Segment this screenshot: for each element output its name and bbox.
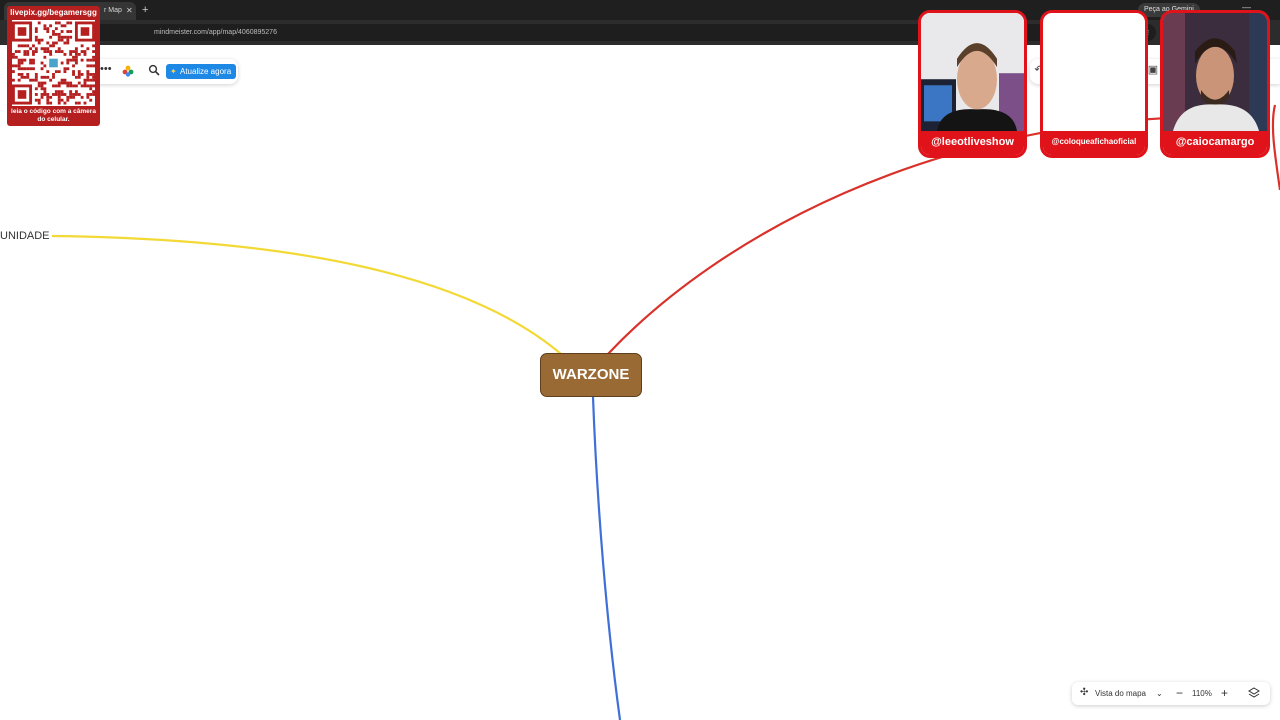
- zoom-in-button[interactable]: +: [1221, 682, 1228, 705]
- qr-caption: leia o código com a câmera do celular.: [11, 108, 96, 123]
- webcam-caiocamargo: @caiocamargo: [1160, 10, 1270, 158]
- mindmap-toolbar-left: ••• ✦ Atualize agora: [96, 59, 238, 84]
- root-node[interactable]: WARZONE: [540, 353, 642, 397]
- branch-label-left[interactable]: UNIDADE: [0, 229, 50, 243]
- webcam-coloqueafichaoficial: @coloqueafichaoficial: [1040, 10, 1148, 158]
- webcam-name-2: @coloqueafichaoficial: [1043, 131, 1145, 155]
- webcam-video-2-empty: [1043, 13, 1145, 131]
- present-icon[interactable]: ▣: [1146, 63, 1160, 77]
- tab-title: r Map: [104, 7, 122, 14]
- map-view-icon[interactable]: ✣: [1080, 687, 1088, 699]
- qr-code-image: [12, 20, 95, 106]
- qr-code-overlay: livepix.gg/begamersgg leia o código com …: [7, 6, 100, 126]
- layers-icon[interactable]: [1248, 687, 1260, 699]
- webcam-leeotliveshow: @leeotliveshow: [918, 10, 1027, 158]
- tab-close-icon[interactable]: ✕: [126, 2, 133, 20]
- search-icon[interactable]: [148, 64, 160, 76]
- branch-red-connector-right: [1271, 104, 1280, 191]
- new-tab-button[interactable]: +: [142, 1, 148, 19]
- webcam-video-1: [921, 13, 1024, 131]
- chevron-down-icon[interactable]: ⌄: [1156, 682, 1163, 705]
- sparkle-icon: ✦: [170, 67, 177, 76]
- theme-colors-icon[interactable]: [122, 65, 134, 77]
- zoom-out-button[interactable]: −: [1176, 682, 1183, 705]
- upgrade-now-label: Atualize agora: [180, 67, 232, 76]
- qr-link-text: livepix.gg/begamersgg: [10, 8, 97, 17]
- webcam-name-1: @leeotliveshow: [921, 131, 1024, 155]
- webcam-name-3: @caiocamargo: [1163, 131, 1267, 155]
- map-view-selector[interactable]: Vista do mapa: [1095, 682, 1146, 705]
- more-options-icon[interactable]: •••: [100, 63, 112, 75]
- map-controls-bar: ✣ Vista do mapa ⌄ − 110% +: [1072, 682, 1270, 705]
- branch-blue-connector: [591, 396, 622, 720]
- upgrade-now-button[interactable]: ✦ Atualize agora: [166, 64, 236, 79]
- url-text: mindmeister.com/app/map/4060895276: [154, 29, 277, 36]
- webcam-video-3: [1163, 13, 1267, 131]
- branch-yellow-connector: [51, 234, 562, 355]
- zoom-level: 110%: [1192, 689, 1212, 698]
